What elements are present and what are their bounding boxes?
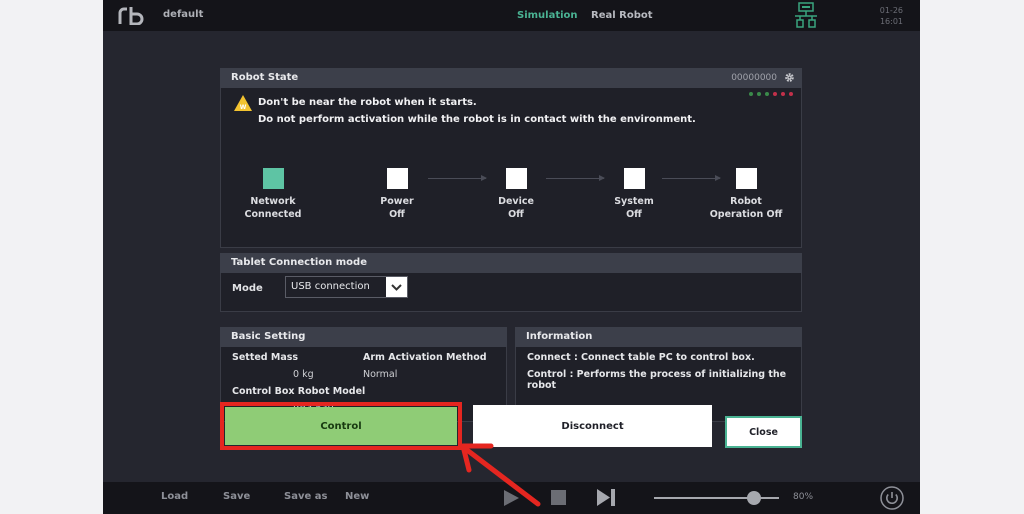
mode-value[interactable]: USB connection [286, 277, 386, 297]
robot-state-body: W Don't be near the robot when it starts… [220, 88, 802, 248]
stage-label: Robot [730, 196, 762, 207]
status-dot [781, 92, 785, 96]
chevron-down-icon[interactable] [386, 277, 407, 297]
step-forward-icon[interactable] [597, 489, 617, 506]
information-header: Information [515, 327, 802, 347]
tablet-connection-header: Tablet Connection mode [220, 253, 802, 273]
robot-state-header: Robot State 00000000 [220, 68, 802, 88]
stage-system: System Off [584, 168, 684, 221]
stage-status: Off [626, 209, 642, 220]
status-dot [765, 92, 769, 96]
robot-state-section: Robot State 00000000 W Don't be near the… [220, 68, 802, 248]
stage-indicator [262, 168, 284, 189]
arm-activation-value: Normal [363, 369, 398, 380]
stage-indicator [505, 168, 527, 189]
status-dot [773, 92, 777, 96]
speed-slider-thumb[interactable] [747, 491, 761, 505]
speed-value: 80% [793, 492, 814, 502]
stage-indicator [386, 168, 408, 189]
svg-text:W: W [240, 104, 247, 111]
status-dot [749, 92, 753, 96]
warning-text-2: Do not perform activation while the robo… [258, 114, 696, 125]
mode-label: Mode [232, 283, 263, 294]
network-usb-icon[interactable] [793, 2, 819, 29]
info-line-control: Control : Performs the process of initia… [527, 369, 787, 391]
stage-label: Power [380, 196, 414, 207]
control-button[interactable]: Control [225, 407, 457, 445]
stage-power: Power Off [347, 168, 447, 221]
arm-activation-label: Arm Activation Method [363, 352, 487, 363]
mode-select[interactable]: USB connection [285, 276, 408, 298]
time: 16:01 [879, 17, 903, 26]
annotation-arrow-icon [460, 443, 541, 507]
date-time: 01-26 16:01 [871, 5, 903, 27]
serial-number: 00000000 [731, 73, 777, 83]
status-dot [757, 92, 761, 96]
tab-simulation[interactable]: Simulation [517, 10, 578, 21]
status-dot [789, 92, 793, 96]
top-bar: default Simulation Real Robot 01-26 16:0… [103, 0, 920, 31]
setted-mass-label: Setted Mass [232, 352, 299, 363]
status-indicators [749, 92, 793, 96]
load-button[interactable]: Load [161, 491, 188, 502]
stage-indicator [735, 168, 757, 189]
stage-network: Network Connected [223, 168, 323, 221]
robot-state-title: Robot State [231, 72, 299, 83]
setted-mass-value: 0 kg [293, 369, 314, 380]
close-button[interactable]: Close [725, 416, 802, 448]
profile-name[interactable]: default [163, 9, 203, 20]
basic-setting-header: Basic Setting [220, 327, 507, 347]
warning-icon: W [234, 95, 252, 111]
warning-text-1: Don't be near the robot when it starts. [258, 97, 477, 108]
rb-logo [118, 7, 144, 25]
new-button[interactable]: New [345, 491, 369, 502]
save-as-button[interactable]: Save as [284, 491, 327, 502]
stage-robot-operation: Robot Operation Off [696, 168, 796, 221]
stage-device: Device Off [466, 168, 566, 221]
robot-model-label: Control Box Robot Model [232, 386, 366, 397]
stage-label: System [614, 196, 654, 207]
gear-icon[interactable] [784, 72, 795, 83]
tab-real-robot[interactable]: Real Robot [591, 10, 653, 21]
power-icon[interactable] [880, 486, 904, 510]
robot-app-screen: default Simulation Real Robot 01-26 16:0… [103, 0, 920, 514]
stage-status: Connected [244, 209, 302, 220]
connection-dialog: Robot State 00000000 W Don't be near the… [220, 68, 802, 422]
stage-status: Off [389, 209, 405, 220]
stage-status: Operation Off [709, 209, 783, 220]
stage-label: Device [498, 196, 534, 207]
info-line-connect: Connect : Connect table PC to control bo… [527, 352, 755, 363]
save-button[interactable]: Save [223, 491, 250, 502]
stage-indicator [623, 168, 645, 189]
date: 01-26 [879, 6, 903, 15]
stage-label: Network [250, 196, 296, 207]
stage-status: Off [508, 209, 524, 220]
tablet-connection-body: Mode USB connection [220, 273, 802, 312]
tablet-connection-section: Tablet Connection mode Mode USB connecti… [220, 253, 802, 312]
